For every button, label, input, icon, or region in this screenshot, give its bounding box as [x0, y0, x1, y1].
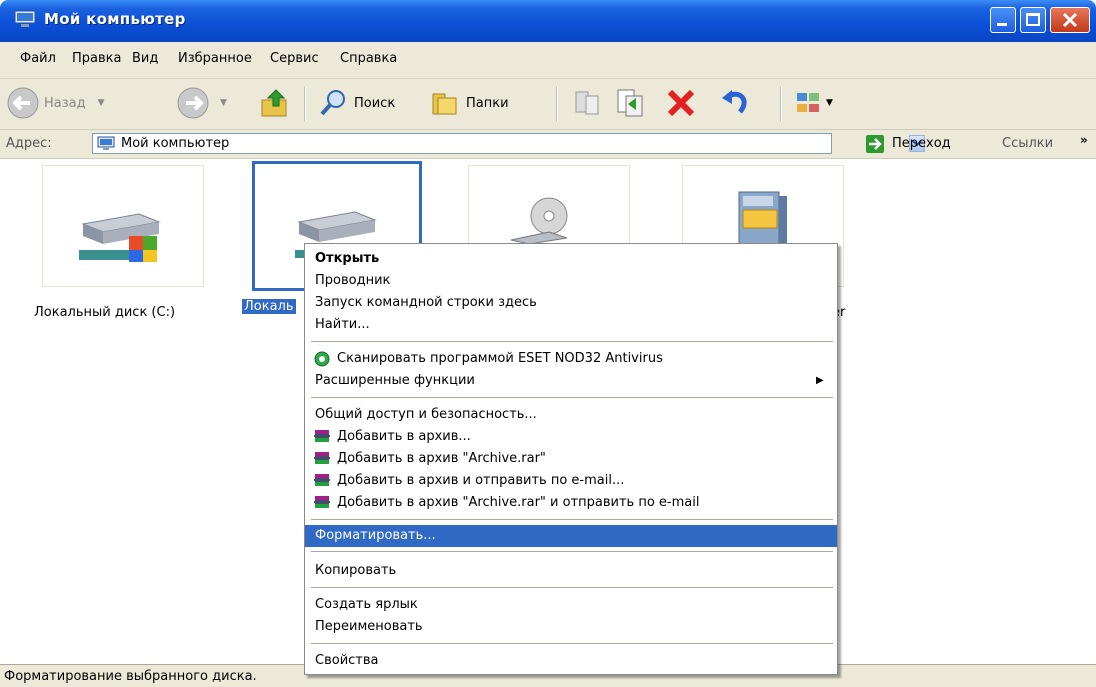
drive-c-thumbnail — [42, 165, 204, 287]
address-label: Адрес: — [6, 136, 52, 151]
back-dropdown-icon[interactable]: ▼ — [98, 98, 105, 108]
eset-icon — [314, 351, 330, 367]
menu-bar: Файл Правка Вид Избранное Сервис Справка — [0, 42, 1096, 79]
my-computer-icon — [97, 136, 115, 150]
delete-x-icon — [667, 89, 695, 117]
menu-item-copy[interactable]: Копировать — [305, 560, 837, 582]
maximize-button[interactable] — [1020, 7, 1046, 33]
undo-icon — [722, 90, 747, 114]
menu-edit[interactable]: Правка — [72, 51, 121, 66]
delete-button[interactable] — [664, 85, 698, 121]
go-arrow-icon[interactable] — [866, 135, 884, 153]
toolbar: Назад ▼ ▼ Поиск Папки ▼ — [0, 79, 1096, 130]
winrar-icon — [314, 452, 330, 464]
menu-item-add-archive[interactable]: Добавить в архив... — [305, 426, 837, 448]
menu-item-format[interactable]: Форматировать... — [305, 525, 837, 547]
search-icon — [320, 90, 345, 116]
undo-button[interactable] — [718, 85, 752, 121]
back-button[interactable]: Назад ▼ — [6, 85, 105, 121]
forward-dropdown-icon[interactable]: ▼ — [220, 98, 227, 108]
views-dropdown-icon[interactable]: ▼ — [826, 98, 833, 108]
winrar-icon — [314, 474, 330, 486]
up-folder-button[interactable] — [258, 85, 292, 121]
copy-to-button[interactable] — [614, 85, 648, 121]
menu-item-rename[interactable]: Переименовать — [305, 616, 837, 638]
views-button[interactable]: ▼ — [794, 85, 833, 121]
my-computer-icon — [14, 10, 36, 27]
close-icon — [1062, 12, 1078, 28]
menu-item-add-archive-email[interactable]: Добавить в архив и отправить по e-mail..… — [305, 470, 837, 492]
menu-item-add-archive-rar[interactable]: Добавить в архив "Archive.rar" — [305, 448, 837, 470]
menu-item-eset-scan[interactable]: Сканировать программой ESET NOD32 Antivi… — [305, 348, 837, 370]
context-menu: Открыть Проводник Запуск командной строк… — [304, 243, 838, 675]
toolbar-chevron[interactable]: » — [1080, 133, 1088, 147]
window-title: Мой компьютер — [44, 10, 186, 28]
menu-favorites[interactable]: Избранное — [178, 51, 252, 66]
minimize-button[interactable] — [990, 7, 1016, 33]
go-button[interactable]: Переход — [892, 136, 951, 151]
drive-c-label: Локальный диск (C:) — [34, 305, 176, 320]
forward-button[interactable]: ▼ — [176, 85, 227, 121]
menu-item-properties[interactable]: Свойства — [305, 650, 837, 672]
search-label: Поиск — [354, 95, 396, 111]
copy-to-icon — [617, 89, 643, 117]
search-button[interactable]: Поиск — [318, 85, 395, 121]
folders-icon — [432, 93, 457, 115]
folder-cabinet-icon — [738, 191, 787, 245]
status-text: Форматирование выбранного диска. — [4, 669, 257, 684]
drive-d-label: Локаль — [242, 299, 296, 314]
winrar-icon — [314, 430, 330, 442]
hard-drive-windows-icon — [79, 213, 161, 262]
close-button[interactable] — [1050, 7, 1090, 33]
address-field[interactable]: Мой компьютер — [92, 133, 925, 154]
address-bar: Адрес: Мой компьютер Переход Ссылки » — [0, 130, 1096, 159]
forward-arrow-icon — [177, 87, 209, 119]
back-arrow-icon — [7, 87, 39, 119]
title-bar: Мой компьютер — [0, 0, 1096, 42]
menu-item-find[interactable]: Найти... — [305, 314, 837, 336]
folders-label: Папки — [466, 95, 509, 111]
menu-item-open[interactable]: Открыть — [305, 248, 837, 270]
move-to-button[interactable] — [570, 85, 604, 121]
menu-item-advanced[interactable]: Расширенные функции ▶ — [305, 370, 837, 392]
back-label: Назад — [44, 95, 86, 111]
views-icon — [797, 93, 819, 112]
menu-file[interactable]: Файл — [20, 51, 56, 66]
menu-item-cmd-here[interactable]: Запуск командной строки здесь — [305, 292, 837, 314]
menu-item-explorer[interactable]: Проводник — [305, 270, 837, 292]
winrar-icon — [314, 496, 330, 508]
menu-item-create-shortcut[interactable]: Создать ярлык — [305, 594, 837, 616]
links-toolbar[interactable]: Ссылки — [1002, 136, 1053, 151]
address-value: Мой компьютер — [121, 136, 230, 151]
menu-tools[interactable]: Сервис — [270, 51, 319, 66]
move-to-icon — [575, 91, 599, 115]
menu-view[interactable]: Вид — [132, 51, 158, 66]
folders-button[interactable]: Папки — [430, 85, 509, 121]
menu-item-add-archive-rar-email[interactable]: Добавить в архив "Archive.rar" и отправи… — [305, 492, 837, 514]
cd-drive-icon — [510, 197, 568, 244]
submenu-arrow-icon: ▶ — [816, 375, 824, 386]
menu-help[interactable]: Справка — [340, 51, 397, 66]
menu-item-sharing[interactable]: Общий доступ и безопасность... — [305, 404, 837, 426]
up-folder-icon — [261, 89, 287, 117]
